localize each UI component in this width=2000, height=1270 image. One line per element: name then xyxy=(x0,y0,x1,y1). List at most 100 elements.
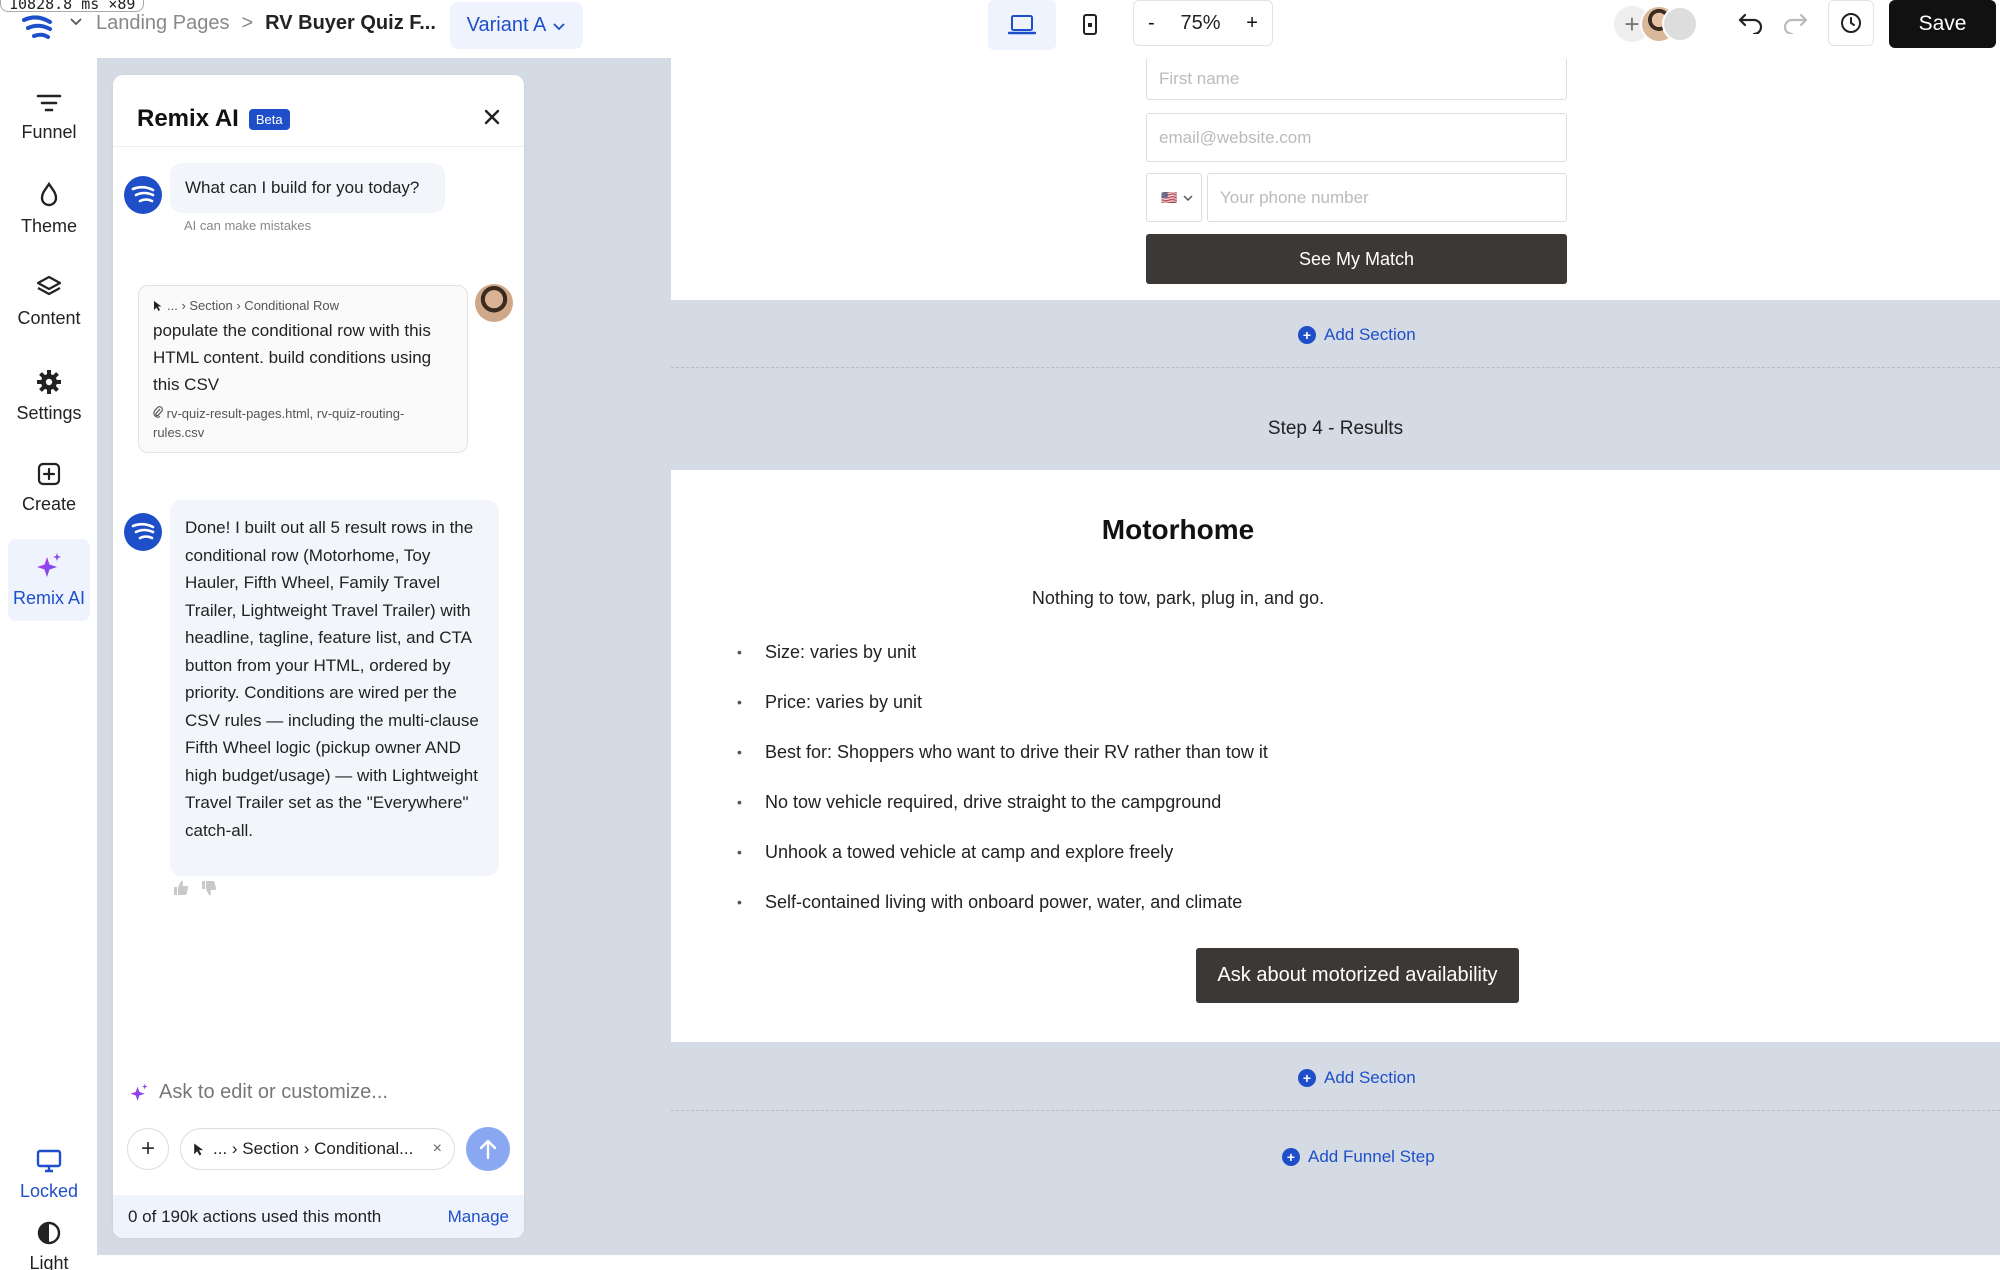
form-section[interactable]: First name email@website.com 🇺🇸 Your pho… xyxy=(671,58,2000,300)
add-section-button[interactable]: + Add Section xyxy=(1298,1068,1416,1088)
sidebar-item-label: Content xyxy=(17,307,81,328)
ask-availability-button[interactable]: Ask about motorized availability xyxy=(1196,948,1519,1003)
list-item: • Self-contained living with onboard powe… xyxy=(737,892,1243,912)
sidebar-item-light[interactable]: Light xyxy=(8,1206,90,1270)
plus-circle-icon: + xyxy=(1298,326,1316,344)
ai-reply-message: Done! I built out all 5 result rows in t… xyxy=(170,500,499,876)
breadcrumb-landing-pages[interactable]: Landing Pages xyxy=(96,12,229,35)
ai-prompt-placeholder: Ask to edit or customize... xyxy=(159,1081,388,1103)
thumbs-up-icon[interactable] xyxy=(173,880,189,896)
sidebar-item-label: Remix AI xyxy=(12,587,86,608)
breadcrumb-current-page[interactable]: RV Buyer Quiz F... xyxy=(265,12,436,35)
brand-logo-icon[interactable] xyxy=(20,12,54,46)
sidebar-item-theme[interactable]: Theme xyxy=(8,168,90,250)
result-title: Motorhome xyxy=(1101,514,1255,545)
desktop-view-button[interactable] xyxy=(988,0,1056,50)
list-item: • Best for: Shoppers who want to drive th… xyxy=(737,742,1268,762)
brand-logo-icon xyxy=(131,185,155,203)
variant-label: Variant A xyxy=(466,14,547,36)
result-tagline: Nothing to tow, park, plug in, and go. xyxy=(1031,588,1325,608)
add-section-button[interactable]: + Add Section xyxy=(1298,325,1416,345)
sidebar-item-remix-ai[interactable]: Remix AI xyxy=(8,539,90,621)
zoom-level: 75% xyxy=(1180,11,1221,34)
country-code-select[interactable]: 🇺🇸 xyxy=(1146,173,1202,222)
top-bar: Landing Pages > RV Buyer Quiz F... Varia… xyxy=(0,0,2000,58)
us-flag-icon: 🇺🇸 xyxy=(1161,189,1178,205)
mobile-view-button[interactable] xyxy=(1056,0,1124,50)
close-icon[interactable] xyxy=(480,105,504,129)
collaborators: + xyxy=(1614,5,1698,43)
results-section[interactable]: Motorhome Nothing to tow, park, plug in,… xyxy=(671,470,2000,1042)
sidebar-item-label: Settings xyxy=(16,402,82,423)
chevron-down-icon[interactable] xyxy=(68,13,84,34)
message-attachments: rv-quiz-result-pages.html, rv-quiz-routi… xyxy=(153,406,405,440)
beta-badge: Beta xyxy=(248,108,290,130)
usage-text: 0 of 190k actions used this month xyxy=(128,1206,382,1226)
add-section-label: Add Section xyxy=(1324,325,1416,344)
add-funnel-step-button[interactable]: + Add Funnel Step xyxy=(1282,1147,1435,1167)
chevron-down-icon xyxy=(1183,194,1193,201)
sidebar-item-funnel[interactable]: Funnel xyxy=(8,76,90,158)
avatar[interactable] xyxy=(1662,6,1698,42)
sidebar-item-label: Funnel xyxy=(21,121,77,142)
editor-bottom-strip xyxy=(97,1255,2000,1270)
zoom-in-button[interactable]: + xyxy=(1246,12,1258,35)
sidebar-item-create[interactable]: Create xyxy=(8,447,90,529)
email-field[interactable]: email@website.com xyxy=(1146,113,1567,162)
ai-avatar xyxy=(124,176,162,214)
ai-prompt-input[interactable]: Ask to edit or customize... xyxy=(129,1081,388,1104)
clock-icon xyxy=(1841,13,1861,33)
funnel-step-label: Step 4 - Results xyxy=(1267,418,1404,439)
redo-button[interactable] xyxy=(1778,6,1812,40)
first-name-field[interactable]: First name xyxy=(1146,58,1567,100)
save-button[interactable]: Save xyxy=(1889,0,1996,48)
redo-icon xyxy=(1783,13,1808,34)
add-funnel-step-label: Add Funnel Step xyxy=(1308,1147,1435,1166)
context-chip[interactable]: ... › Section › Conditional... × xyxy=(180,1128,455,1170)
ai-input-area: Ask to edit or customize... + ... › Sect… xyxy=(113,1063,524,1173)
send-button[interactable] xyxy=(466,1127,510,1171)
debug-timing-badge: 10828.8 ms ×89 xyxy=(0,0,145,12)
sparkle-icon xyxy=(37,552,61,577)
undo-button[interactable] xyxy=(1734,6,1768,40)
user-message: ... › Section › Conditional Row populate… xyxy=(138,285,468,453)
gear-icon xyxy=(37,369,61,394)
manage-link[interactable]: Manage xyxy=(448,1207,509,1227)
sidebar-item-locked[interactable]: Locked xyxy=(8,1134,90,1216)
version-history-button[interactable] xyxy=(1828,0,1874,46)
feature-list: • Size: varies by unit • Price: varies by … xyxy=(737,642,1268,942)
thumbs-down-icon[interactable] xyxy=(201,880,217,896)
remove-context-button[interactable]: × xyxy=(433,1140,442,1158)
list-item: • Unhook a towed vehicle at camp and expl… xyxy=(737,842,1174,862)
monitor-icon xyxy=(36,1149,62,1172)
ai-greeting-message: What can I build for you today? xyxy=(170,163,445,213)
plus-square-icon xyxy=(37,462,61,485)
cursor-icon xyxy=(194,1143,204,1155)
context-chip-label: ... › Section › Conditional... xyxy=(213,1139,414,1158)
ai-panel-header: Remix AI Beta xyxy=(137,105,290,133)
sidebar-item-content[interactable]: Content xyxy=(8,260,90,342)
variant-selector[interactable]: Variant A xyxy=(450,2,583,49)
zoom-out-button[interactable]: - xyxy=(1148,12,1155,35)
chevron-down-icon xyxy=(553,22,565,30)
ai-disclaimer: AI can make mistakes xyxy=(184,218,312,233)
section-divider xyxy=(671,1110,2000,1111)
phone-field[interactable]: Your phone number xyxy=(1207,173,1567,222)
usage-footer: 0 of 190k actions used this month Manage xyxy=(113,1195,524,1238)
cursor-icon xyxy=(154,300,162,311)
attach-button[interactable]: + xyxy=(127,1128,169,1170)
sparkle-icon xyxy=(130,1083,148,1101)
phone-icon xyxy=(1083,14,1097,35)
droplet-icon xyxy=(40,181,58,206)
remix-ai-panel: Remix AI Beta What can I build for you t… xyxy=(113,75,524,1238)
list-item: • Price: varies by unit xyxy=(737,692,923,712)
divider xyxy=(113,146,524,147)
user-message-text: populate the conditional row with this H… xyxy=(153,321,432,394)
sidebar-item-settings[interactable]: Settings xyxy=(8,355,90,437)
avatar xyxy=(475,284,513,322)
sidebar-item-label: Create xyxy=(21,493,77,514)
breadcrumb: Landing Pages > RV Buyer Quiz F... xyxy=(68,12,436,35)
sidebar-item-label: Theme xyxy=(20,215,78,236)
see-my-match-button[interactable]: See My Match xyxy=(1146,234,1567,284)
device-toggle xyxy=(988,0,1124,50)
